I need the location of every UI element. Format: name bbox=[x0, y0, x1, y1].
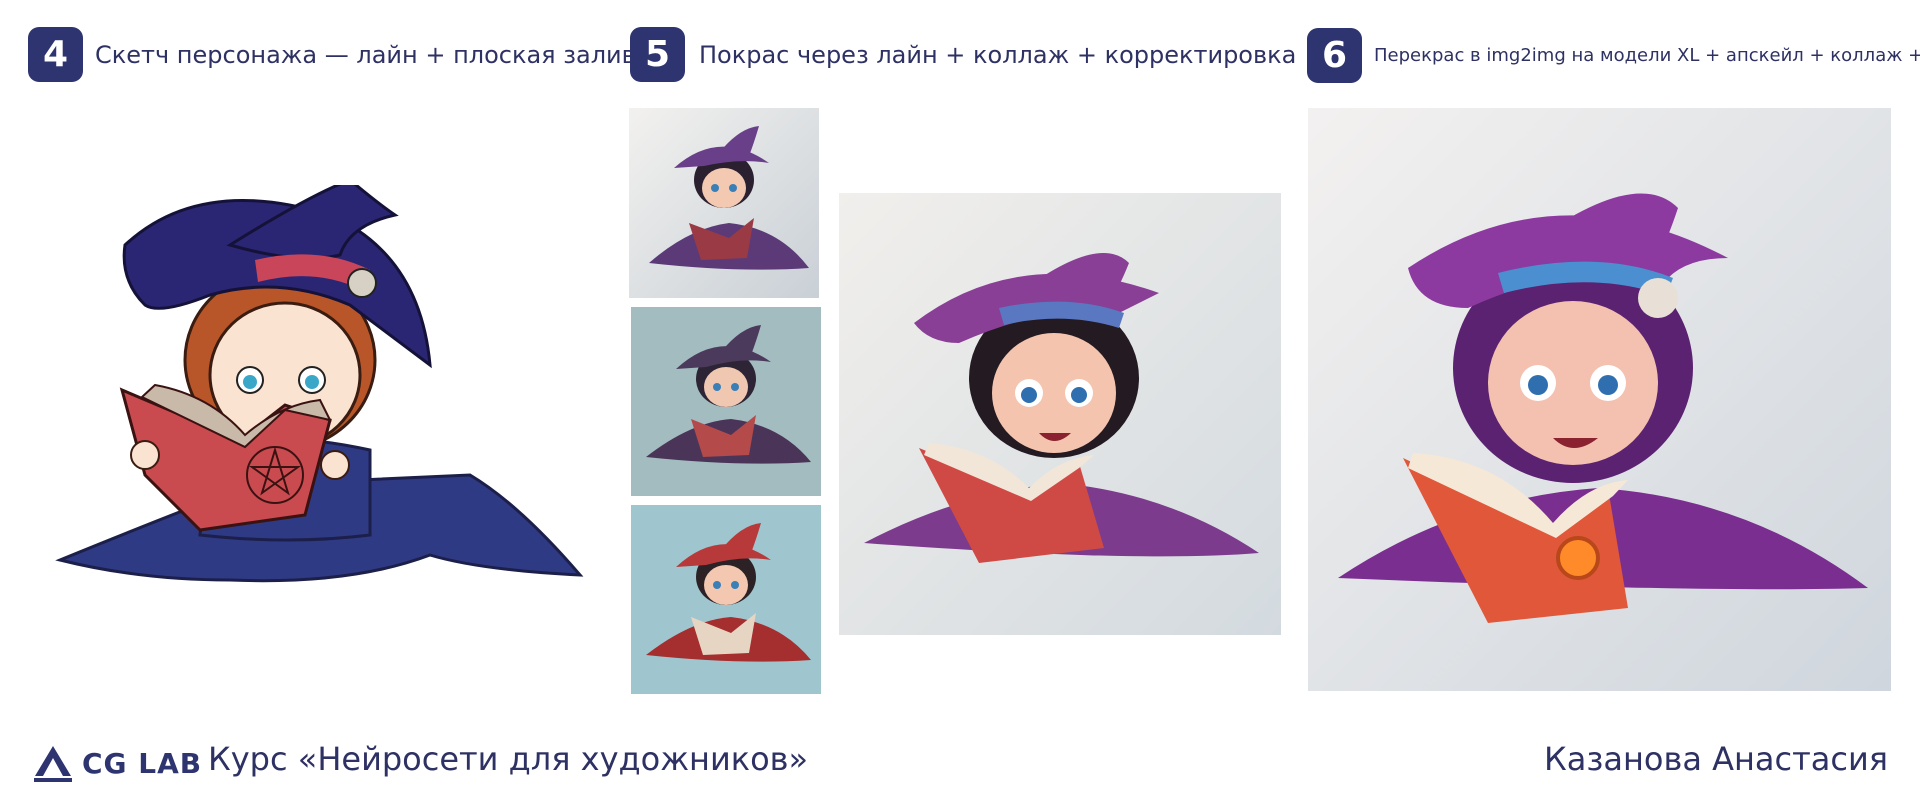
logo-text: CG LAB bbox=[82, 746, 203, 780]
triangle-logo-icon bbox=[34, 746, 72, 782]
witch-sketch-image bbox=[50, 185, 590, 605]
render-thumbnail-3 bbox=[631, 505, 821, 694]
author-name: Казанова Анастасия bbox=[1544, 740, 1888, 778]
witch-render-image bbox=[839, 193, 1281, 635]
witch-final-image bbox=[1308, 108, 1891, 691]
step-number-badge: 6 bbox=[1307, 28, 1362, 83]
step-number-badge: 4 bbox=[28, 27, 83, 82]
step-number-badge: 5 bbox=[630, 27, 685, 82]
step-5-header: 5 Покрас через лайн + коллаж + корректир… bbox=[630, 27, 1296, 82]
step-title: Скетч персонажа — лайн + плоская заливка bbox=[95, 40, 665, 69]
cg-lab-logo: CG LAB bbox=[32, 744, 202, 782]
render-thumbnail-2 bbox=[631, 307, 821, 496]
step-title: Перекрас в img2img на модели XL + апскей… bbox=[1374, 45, 1920, 66]
course-title: Курс «Нейросети для художников» bbox=[208, 740, 809, 778]
step-4-header: 4 Скетч персонажа — лайн + плоская залив… bbox=[28, 27, 665, 82]
step-title: Покрас через лайн + коллаж + корректиров… bbox=[699, 40, 1297, 69]
render-thumbnail-1 bbox=[629, 108, 819, 298]
step-6-header: 6 Перекрас в img2img на модели XL + апск… bbox=[1307, 28, 1920, 83]
